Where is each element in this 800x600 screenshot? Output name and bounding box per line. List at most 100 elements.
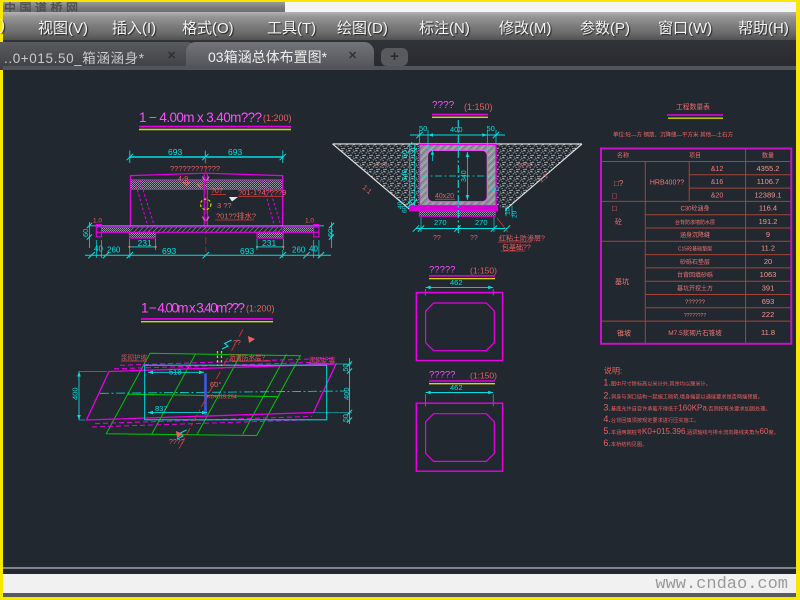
svg-text:砼: 砼 xyxy=(615,217,622,226)
svg-text:231: 231 xyxy=(262,238,276,248)
svg-text:1 − 4.00m x 3.40m???: 1 − 4.00m x 3.40m??? xyxy=(139,110,262,125)
svg-text:5.本涵两端桩号K0+015.396,涵洞轴线与排水流向路线: 5.本涵两端桩号K0+015.396,涵洞轴线与排水流向路线夹角为60度。 xyxy=(603,426,778,436)
svg-text:222: 222 xyxy=(762,310,775,319)
svg-text:1.0: 1.0 xyxy=(305,218,314,225)
svg-text:1:1: 1:1 xyxy=(361,184,373,196)
svg-text:20: 20 xyxy=(492,186,500,193)
svg-text:台背回填砂砾: 台背回填砂砾 xyxy=(677,271,713,279)
svg-text:&20: &20 xyxy=(711,192,724,199)
svg-text:台背防渗墙防水层: 台背防渗墙防水层 xyxy=(675,219,715,226)
svg-text:15: 15 xyxy=(505,207,512,215)
svg-text:60: 60 xyxy=(326,229,335,237)
svg-text:?01-1?4????9: ?01-1?4????9 xyxy=(238,188,286,197)
svg-text:1063: 1063 xyxy=(760,270,777,279)
svg-text:????: ???? xyxy=(432,100,455,111)
svg-text:1.0: 1.0 xyxy=(93,218,102,225)
svg-text:基坑: 基坑 xyxy=(615,277,629,286)
svg-text:????????????: ???????????? xyxy=(170,164,220,173)
svg-text:4-9: 4-9 xyxy=(178,176,188,183)
svg-text:260: 260 xyxy=(107,246,121,255)
svg-text:116.4: 116.4 xyxy=(759,204,777,213)
svg-text:砂砾石垫层: 砂砾石垫层 xyxy=(680,258,710,266)
svg-text:(1:200): (1:200) xyxy=(246,304,275,314)
svg-text:50: 50 xyxy=(402,150,409,158)
svg-text:?0?: ?0? xyxy=(211,188,223,195)
svg-text:3 ??: 3 ?? xyxy=(217,201,232,210)
svg-text:单位:砼—方 钢筋、沉降缝—平方米 其他—土石方: 单位:砼—方 钢筋、沉降缝—平方米 其他—土石方 xyxy=(613,131,734,139)
svg-text:50: 50 xyxy=(487,124,495,133)
svg-text:浆砌护坡: 浆砌护坡 xyxy=(309,355,336,364)
svg-text:837: 837 xyxy=(155,404,168,413)
svg-text:50: 50 xyxy=(343,364,350,372)
svg-text:(1:150): (1:150) xyxy=(464,102,493,112)
svg-text:工程数量表: 工程数量表 xyxy=(676,102,710,111)
svg-text:涵身沉降缝: 涵身沉降缝 xyxy=(680,231,710,239)
svg-text:20: 20 xyxy=(764,257,772,266)
svg-text:?????: ????? xyxy=(429,370,455,381)
svg-text:20: 20 xyxy=(512,210,519,218)
svg-text:50: 50 xyxy=(419,124,427,133)
svg-text:231: 231 xyxy=(138,238,152,248)
svg-text:浆砌护坡: 浆砌护坡 xyxy=(121,353,148,362)
svg-text:????: ???? xyxy=(169,439,185,446)
svg-text:11.8: 11.8 xyxy=(761,328,775,337)
svg-text:400: 400 xyxy=(342,387,351,400)
svg-text:沥青防水层?: 沥青防水层? xyxy=(229,353,266,362)
svg-text:数量: 数量 xyxy=(762,152,774,160)
svg-text:C15砼基础垫层: C15砼基础垫层 xyxy=(678,246,712,253)
svg-text:包基础??: 包基础?? xyxy=(502,243,531,252)
svg-text:(1:200): (1:200) xyxy=(263,113,292,123)
svg-text:462: 462 xyxy=(450,383,463,392)
svg-text:说明:: 说明: xyxy=(604,366,622,376)
svg-text:锥坡: 锥坡 xyxy=(617,329,631,338)
svg-text:693: 693 xyxy=(240,246,254,256)
svg-text:462: 462 xyxy=(450,278,463,287)
svg-text:60°: 60° xyxy=(210,380,221,389)
svg-text:?????: ????? xyxy=(429,264,455,275)
svg-text:4355.2: 4355.2 xyxy=(757,164,780,173)
svg-text:191.2: 191.2 xyxy=(759,217,778,226)
svg-text:2.洞身与洞口结构一起施工砌筑,墙身端部以通缝要求是否两端预: 2.洞身与洞口结构一起施工砌筑,墙身端部以通缝要求是否两端预留。 xyxy=(603,390,762,400)
svg-text:391: 391 xyxy=(762,283,775,292)
svg-text:693: 693 xyxy=(228,147,242,157)
svg-text:K0+015.254: K0+015.254 xyxy=(207,395,237,401)
svg-text:340: 340 xyxy=(402,169,409,181)
svg-text:3.基底允许自容许承载不得低于160KPa,否则按有关要求加: 3.基底允许自容许承载不得低于160KPa,否则按有关要求加固处理。 xyxy=(603,403,770,413)
svg-text:□: □ xyxy=(612,192,617,201)
svg-text:M7.5浆砌片石锥坡: M7.5浆砌片石锥坡 xyxy=(668,328,722,337)
svg-text:基坑开挖土方: 基坑开挖土方 xyxy=(677,284,713,292)
svg-text:??: ?? xyxy=(433,235,441,242)
svg-text:项目: 项目 xyxy=(689,153,701,160)
svg-text:??: ?? xyxy=(233,340,241,347)
svg-text:(1:150): (1:150) xyxy=(470,371,497,381)
svg-text:??: ?? xyxy=(470,235,478,242)
svg-text:340: 340 xyxy=(461,170,468,182)
svg-text:□: □ xyxy=(612,204,617,213)
svg-text:260: 260 xyxy=(292,246,306,255)
svg-text:693: 693 xyxy=(168,147,182,157)
svg-text:1 − 4.00m x 3.40m???: 1 − 4.00m x 3.40m??? xyxy=(141,301,245,316)
svg-text:693: 693 xyxy=(762,297,775,306)
svg-text:50: 50 xyxy=(343,414,350,422)
svg-text:(1:150): (1:150) xyxy=(470,265,497,275)
svg-text:9: 9 xyxy=(766,230,770,239)
svg-text:60: 60 xyxy=(402,205,409,213)
svg-text:400: 400 xyxy=(450,125,463,134)
svg-text:270: 270 xyxy=(434,218,447,227)
svg-text:270: 270 xyxy=(475,218,488,227)
svg-text:1106.7: 1106.7 xyxy=(757,177,779,186)
svg-text:????: ???? xyxy=(517,163,533,170)
svg-text:????: ???? xyxy=(372,163,388,170)
svg-text:&12: &12 xyxy=(711,166,724,173)
svg-text:红粘土防渗层?: 红粘土防渗层? xyxy=(499,234,545,243)
svg-text:C30砼涵身: C30砼涵身 xyxy=(680,205,709,213)
svg-text:名称: 名称 xyxy=(617,152,629,160)
svg-text:1.图中尺寸除标高以米计外,其余均以厘米计。: 1.图中尺寸除标高以米计外,其余均以厘米计。 xyxy=(603,378,711,388)
svg-text:&16: &16 xyxy=(711,179,724,186)
svg-text:20: 20 xyxy=(417,187,425,194)
svg-text:693: 693 xyxy=(162,246,176,256)
svg-text:12389.1: 12389.1 xyxy=(754,190,781,199)
svg-text:400: 400 xyxy=(71,387,80,400)
svg-text:40: 40 xyxy=(94,245,103,254)
svg-text:????????: ???????? xyxy=(684,313,706,319)
